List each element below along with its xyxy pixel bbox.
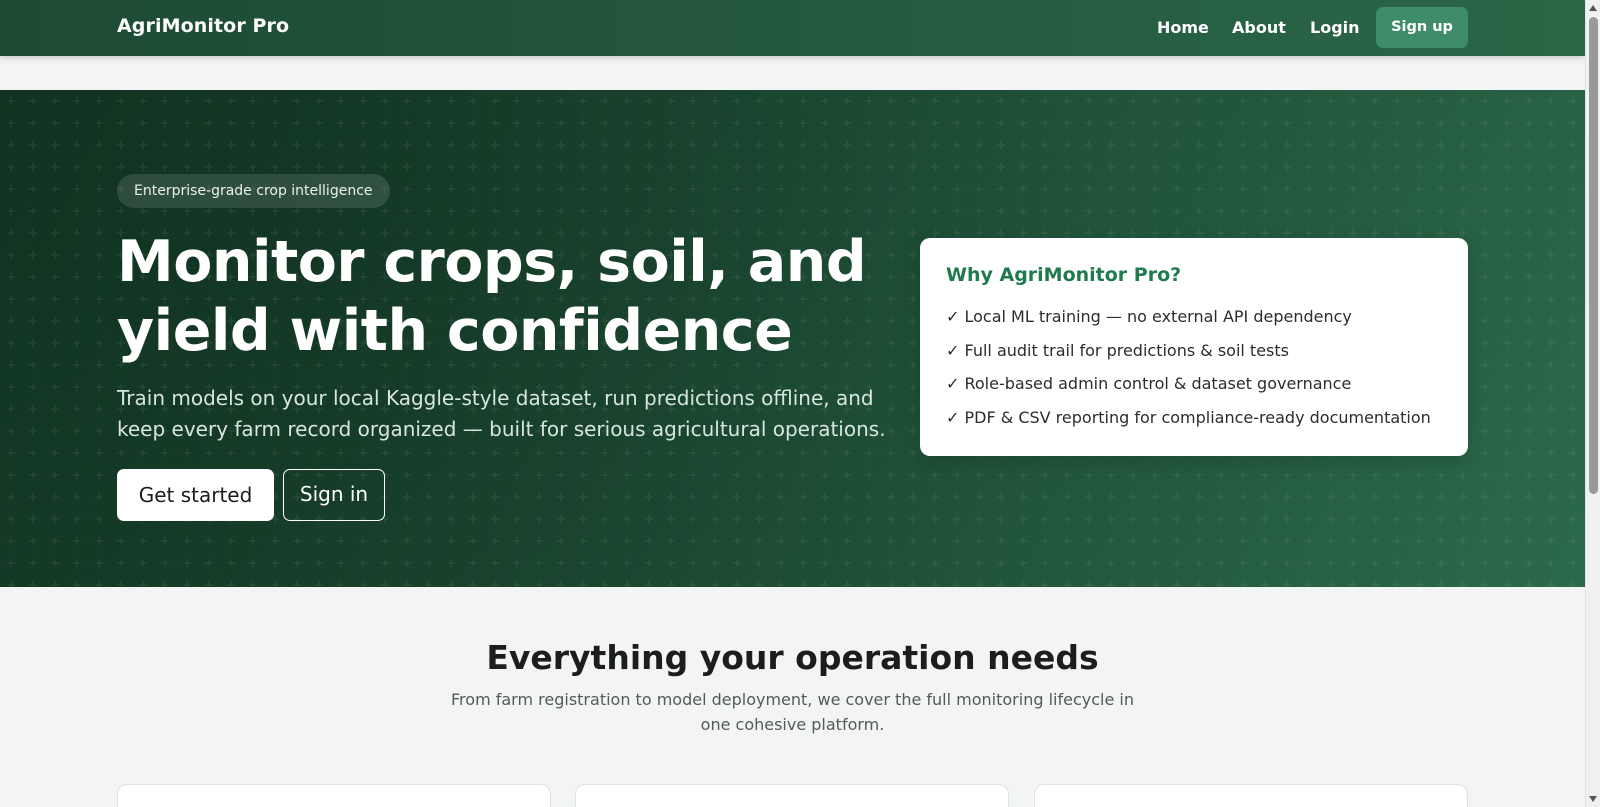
page: AgriMonitor Pro Home About Login Sign up… — [0, 0, 1585, 807]
scroll-up-arrow-icon[interactable] — [1589, 5, 1597, 11]
brand-logo[interactable]: AgriMonitor Pro — [117, 15, 289, 37]
hero-subtitle: Train models on your local Kaggle-style … — [117, 386, 886, 441]
signup-button[interactable]: Sign up — [1376, 7, 1468, 48]
sign-in-button[interactable]: Sign in — [283, 469, 385, 521]
nav-link-login[interactable]: Login — [1310, 18, 1360, 37]
why-item: ✓ Role-based admin control & dataset gov… — [946, 374, 1352, 393]
top-navbar: AgriMonitor Pro Home About Login Sign up — [0, 0, 1585, 56]
nav-link-about[interactable]: About — [1232, 18, 1286, 37]
feature-card — [117, 784, 551, 807]
hero-title: Monitor crops, soil, and yield with conf… — [117, 229, 867, 364]
why-card-title: Why AgriMonitor Pro? — [946, 264, 1182, 286]
why-item: ✓ PDF & CSV reporting for compliance-rea… — [946, 407, 1431, 427]
features-section-subtitle: From farm registration to model deployme… — [451, 690, 1134, 734]
why-item: ✓ Local ML training — no external API de… — [946, 307, 1352, 326]
scroll-down-arrow-icon[interactable] — [1589, 796, 1597, 802]
features-section-title: Everything your operation needs — [486, 638, 1099, 677]
feature-card — [1034, 784, 1468, 807]
hero-section: Enterprise-grade crop intelligence Monit… — [0, 90, 1585, 587]
get-started-button[interactable]: Get started — [117, 469, 274, 521]
why-card: Why AgriMonitor Pro? ✓ Local ML training… — [920, 238, 1468, 456]
scroll-thumb[interactable] — [1589, 17, 1598, 494]
nav-link-home[interactable]: Home — [1157, 18, 1209, 37]
hero-badge: Enterprise-grade crop intelligence — [117, 174, 390, 208]
why-item: ✓ Full audit trail for predictions & soi… — [946, 340, 1289, 360]
page-scrollbar[interactable] — [1585, 0, 1600, 807]
feature-card — [575, 784, 1009, 807]
